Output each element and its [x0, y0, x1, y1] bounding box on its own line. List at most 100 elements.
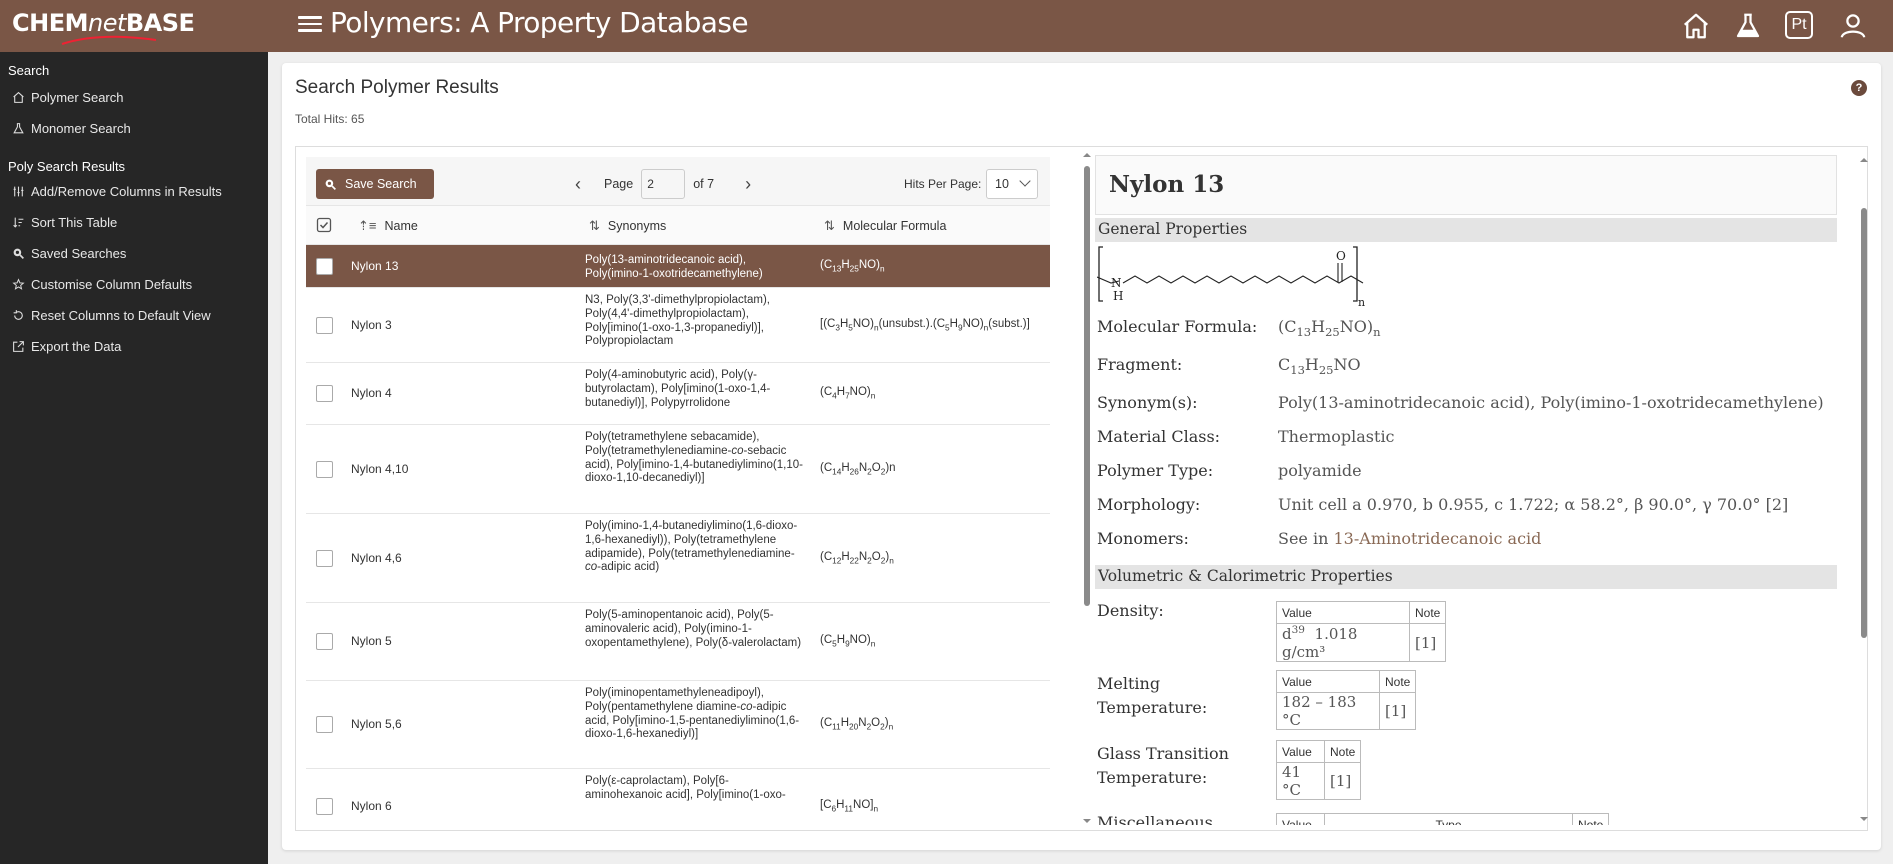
save-search-button[interactable]: Save Search: [316, 169, 434, 199]
table-row[interactable]: Nylon 3 N3, Poly(3,3'-dimethylpropiolacta…: [306, 288, 1050, 363]
row-molecular-formula: (C11H20N2O2)n: [820, 717, 894, 732]
table-row[interactable]: Nylon 4,10 Poly(tetramethylene sebacamide…: [306, 425, 1050, 514]
periodic-table-icon[interactable]: Pt: [1785, 11, 1813, 39]
row-checkbox[interactable]: [316, 257, 333, 275]
home-icon: [13, 91, 24, 103]
row-checkbox[interactable]: [316, 385, 333, 402]
total-hits: Total Hits: 65: [295, 112, 365, 126]
row-checkbox[interactable]: [316, 460, 333, 478]
property-label: Molecular Formula:: [1097, 317, 1258, 336]
hits-per-page-select[interactable]: 10: [986, 169, 1038, 199]
logo[interactable]: CHEMnetBASE: [0, 0, 268, 52]
table-row[interactable]: Nylon 5 Poly(5-aminopentanoic acid), Poly…: [306, 603, 1050, 681]
details-panel: Nylon 13 General Properties N H O n Mole…: [1095, 155, 1843, 825]
row-name[interactable]: Nylon 4,6: [351, 551, 402, 565]
property-label: Synonym(s):: [1097, 393, 1198, 412]
column-header-name[interactable]: ⇡≡ Name: [358, 218, 418, 234]
row-name[interactable]: Nylon 4: [351, 386, 392, 400]
column-header-synonyms[interactable]: ⇅ Synonyms: [589, 218, 666, 234]
property-label: Morphology:: [1097, 495, 1201, 514]
column-header-formula[interactable]: ⇅ Molecular Formula: [824, 218, 946, 234]
chevron-right-icon[interactable]: ›: [738, 174, 758, 195]
user-icon[interactable]: [1838, 11, 1868, 41]
select-all-checkbox[interactable]: [316, 217, 332, 233]
row-name[interactable]: Nylon 4,10: [351, 462, 408, 476]
sidebar-item-label: Saved Searches: [31, 246, 127, 261]
checkbox-icon: [316, 217, 332, 233]
sidebar-item-customise-defaults[interactable]: Customise Column Defaults: [12, 277, 192, 292]
table-row[interactable]: Nylon 4 Poly(4-aminobutyric acid), Poly(γ…: [306, 363, 1050, 425]
page-number-input[interactable]: 2: [641, 169, 686, 199]
sort-icon: [13, 217, 24, 228]
sidebar-item-export-data[interactable]: Export the Data: [12, 339, 121, 354]
menu-icon[interactable]: [298, 12, 322, 36]
row-checkbox[interactable]: [316, 716, 333, 733]
row-synonyms: Poly(ε-caprolactam), Poly[6-aminohexanoi…: [585, 775, 786, 801]
details-title: Nylon 13: [1109, 171, 1225, 198]
melting-temperature-value: 182 – 183 °C: [1276, 692, 1380, 730]
row-synonyms: Poly(imino-1,4-butanediylimino(1,6-dioxo…: [585, 520, 798, 574]
row-checkbox[interactable]: [316, 549, 333, 567]
flask-icon[interactable]: [1733, 11, 1763, 41]
row-checkbox[interactable]: [316, 633, 333, 650]
table-row[interactable]: Nylon 6 Poly(ε-caprolactam), Poly[6-amino…: [306, 769, 1050, 829]
row-name[interactable]: Nylon 5,6: [351, 717, 402, 731]
table-header-note: Note: [1571, 813, 1610, 825]
density-value: d39 1.018 g/cm³: [1276, 623, 1410, 662]
row-synonyms: Poly(tetramethylene sebacamide), Poly(te…: [585, 431, 803, 485]
row-molecular-formula: (C5H9NO)n: [820, 634, 876, 649]
sidebar-item-label: Add/Remove Columns in Results: [31, 184, 222, 199]
row-checkbox[interactable]: [316, 797, 333, 815]
table-row[interactable]: Nylon 4,6 Poly(imino-1,4-butanediylimino(…: [306, 514, 1050, 603]
sidebar-item-monomer-search[interactable]: Monomer Search: [12, 121, 131, 136]
row-name[interactable]: Nylon 13: [351, 259, 398, 273]
miscellaneous-label: Miscellaneous: [1097, 813, 1213, 825]
sidebar-item-label: Customise Column Defaults: [31, 277, 193, 292]
density-table: Value Note d39 1.018 g/cm³ [1]: [1276, 601, 1447, 662]
monomer-link[interactable]: 13-Aminotridecanoic acid: [1334, 529, 1542, 548]
property-label: Monomers:: [1097, 529, 1189, 548]
page-label: Page: [604, 177, 634, 191]
results-toolbar: Save Search ‹ Page 2 of 7 › Hits Per Pag…: [306, 157, 1050, 205]
property-value: Thermoplastic: [1278, 427, 1395, 446]
property-value: polyamide: [1278, 461, 1362, 480]
star-icon: [12, 278, 25, 290]
melting-temperature-label: Melting Temperature:: [1097, 674, 1208, 717]
pagination: ‹ Page 2 of 7 ›: [568, 169, 758, 199]
property-value: See in 13-Aminotridecanoic acid: [1278, 529, 1542, 548]
row-name[interactable]: Nylon 5: [351, 634, 392, 648]
search-icon: [325, 179, 336, 190]
table-header-value: Value: [1276, 601, 1410, 624]
sort-icon: ⇅: [589, 218, 600, 233]
row-checkbox[interactable]: [316, 316, 333, 334]
row-name[interactable]: Nylon 6: [351, 799, 392, 813]
glass-transition-value: 41 °C: [1276, 762, 1325, 800]
help-icon[interactable]: ?: [1851, 80, 1867, 96]
table-header-type: Type: [1324, 813, 1573, 825]
row-name[interactable]: Nylon 3: [351, 318, 392, 332]
table-header-note: Note: [1378, 670, 1417, 693]
glass-transition-table: Value Note 41 °C [1]: [1276, 740, 1362, 800]
sidebar-item-sort-table[interactable]: Sort This Table: [12, 215, 117, 230]
hits-per-page-label: Hits Per Page:: [904, 177, 982, 191]
table-row[interactable]: Nylon 5,6 Poly(iminopentamethyleneadipoyl…: [306, 681, 1050, 769]
sidebar-item-polymer-search[interactable]: Polymer Search: [12, 90, 123, 105]
flask-icon: [13, 123, 24, 134]
miscellaneous-table: Value Type Note: [1276, 813, 1610, 825]
sidebar-item-saved-searches[interactable]: Saved Searches: [12, 246, 126, 261]
melting-temperature-note: [1]: [1378, 692, 1417, 730]
details-scrollbar[interactable]: [1858, 155, 1870, 825]
chevron-left-icon[interactable]: ‹: [568, 174, 588, 195]
sidebar-item-add-remove-columns[interactable]: Add/Remove Columns in Results: [12, 184, 222, 199]
table-header-value: Value: [1276, 813, 1325, 825]
table-row[interactable]: Nylon 13 Poly(13-aminotridecanoic acid), …: [306, 245, 1050, 288]
details-header: Nylon 13: [1095, 155, 1837, 215]
sidebar-item-reset-columns[interactable]: Reset Columns to Default View: [12, 308, 211, 323]
table-header-note: Note: [1323, 740, 1362, 763]
home-icon[interactable]: [1681, 11, 1711, 41]
general-properties-heading: General Properties: [1095, 218, 1837, 242]
logo-text: CHEMnetBASE: [12, 9, 195, 37]
results-scrollbar[interactable]: [1081, 150, 1093, 827]
sort-icon: ⇅: [824, 218, 835, 233]
reset-icon: [13, 310, 23, 320]
